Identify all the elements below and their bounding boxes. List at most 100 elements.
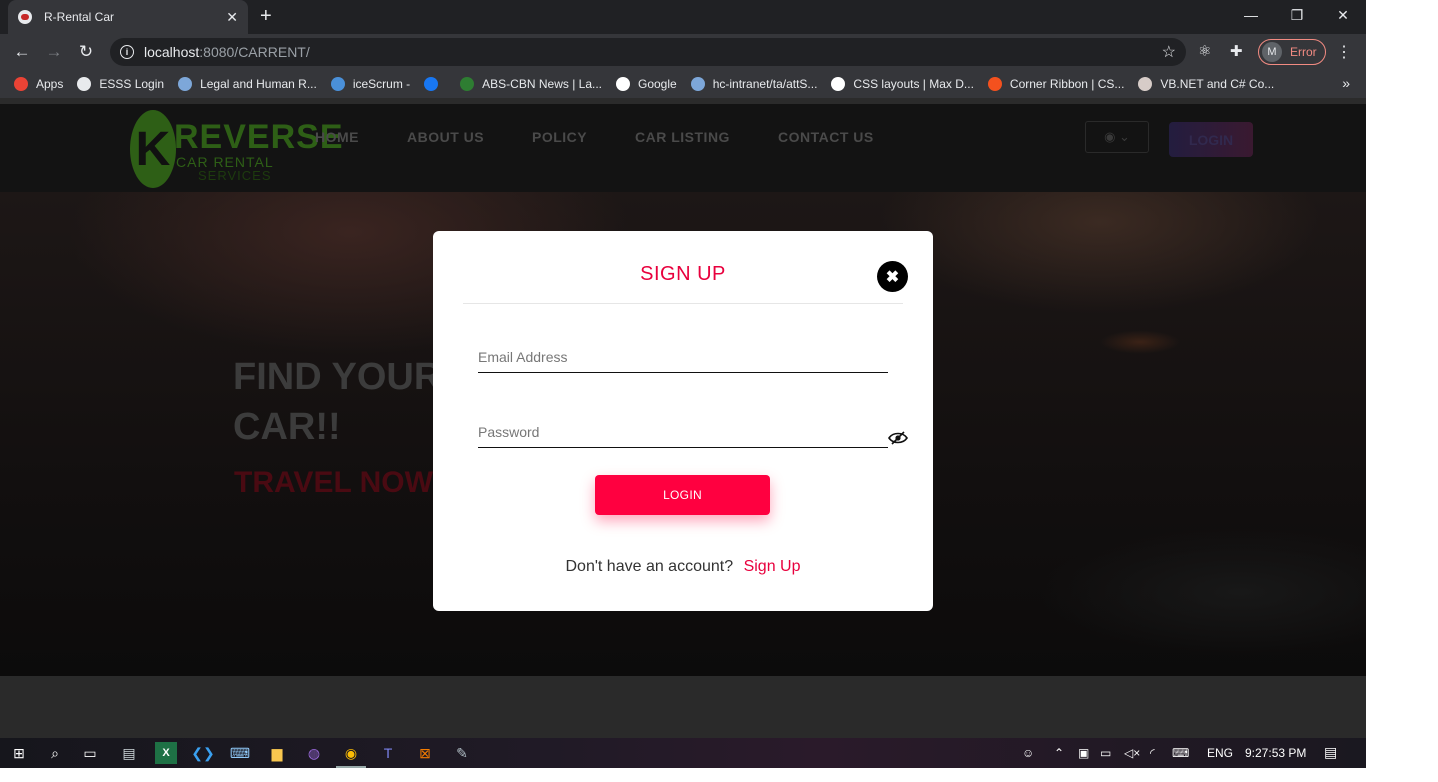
tab-title: R-Rental Car — [44, 10, 115, 24]
bookmark-item[interactable]: VB.NET and C# Co... — [1138, 77, 1274, 91]
excel-icon[interactable]: X — [155, 742, 177, 764]
seal-icon — [178, 77, 193, 91]
bookmarks-overflow-icon[interactable]: » — [1342, 75, 1350, 91]
bookmark-star-icon[interactable]: ☆ — [1162, 42, 1176, 62]
windows-start-icon[interactable]: ⊞ — [8, 742, 30, 764]
forward-arrow-icon[interactable]: → — [42, 40, 66, 64]
extensions-puzzle-icon[interactable]: ✚ — [1230, 42, 1243, 60]
nav-contact-us[interactable]: CONTACT US — [778, 129, 874, 145]
viber-icon[interactable]: ◍ — [303, 742, 325, 764]
bookmark-label: CSS layouts | Max D... — [853, 77, 974, 91]
search-icon[interactable]: ⌕ — [44, 742, 66, 764]
bookmark-item[interactable]: Corner Ribbon | CS... — [987, 77, 1124, 91]
header-login-button[interactable]: LOGIN — [1169, 122, 1253, 157]
bookmark-item[interactable]: Apps — [14, 77, 63, 91]
css-layouts-icon — [831, 77, 846, 91]
language-indicator[interactable]: ENG — [1207, 746, 1233, 760]
bookmark-item[interactable]: ESSS Login — [77, 77, 164, 91]
nav-home[interactable]: HOME — [315, 129, 359, 145]
react-devtools-icon[interactable]: ⚛ — [1198, 42, 1211, 60]
browser-tab[interactable]: R-Rental Car ✕ — [8, 0, 248, 34]
reload-icon[interactable]: ↻ — [74, 40, 98, 64]
xampp-icon[interactable]: ⊠ — [414, 742, 436, 764]
nav-car-listing[interactable]: CAR LISTING — [635, 129, 730, 145]
bookmark-item[interactable]: ABS-CBN News | La... — [460, 77, 602, 91]
notifications-icon[interactable]: ▤ — [1324, 744, 1337, 761]
eye-slash-icon[interactable] — [888, 431, 908, 445]
signup-modal: SIGN UP ✖ LOGIN Don't have an account? S… — [433, 231, 933, 611]
bookmark-item[interactable]: hc-intranet/ta/attS... — [690, 77, 818, 91]
close-icon[interactable]: ✖ — [877, 261, 908, 292]
bookmark-item[interactable]: iceScrum - — [330, 77, 411, 91]
browser-menu-icon[interactable]: ⋮ — [1336, 42, 1352, 62]
apps-grid-icon — [14, 77, 28, 91]
chrome-icon[interactable]: ◉ — [336, 742, 366, 768]
task-view-icon[interactable]: ▭ — [79, 742, 101, 764]
paint-icon[interactable]: ✎ — [451, 742, 473, 764]
bookmark-item[interactable]: Google — [616, 77, 677, 91]
password-input[interactable] — [478, 418, 888, 446]
site-logo[interactable]: K REVERSE CAR RENTAL SERVICES — [130, 110, 343, 190]
vscode-icon[interactable]: ❮❯ — [191, 742, 214, 764]
signup-prompt-row: Don't have an account? Sign Up — [433, 558, 933, 576]
browser-toolbar: ← → ↻ i localhost:8080/CARRENT/ ☆ ⚛ ✚ M … — [0, 34, 1366, 70]
modal-title: SIGN UP — [640, 263, 726, 285]
facebook-icon — [424, 77, 439, 91]
meet-now-icon[interactable]: ▣ — [1078, 746, 1089, 760]
modal-login-button[interactable]: LOGIN — [595, 475, 770, 515]
touch-keyboard-icon[interactable]: ⌨ — [1172, 746, 1189, 760]
battery-icon[interactable]: ▭ — [1100, 746, 1111, 760]
minimize-button[interactable]: — — [1228, 0, 1274, 30]
user-circle-icon: ◉ — [1104, 129, 1116, 144]
codepen-icon — [987, 77, 1002, 91]
profile-button[interactable]: M Error — [1258, 39, 1326, 65]
url-host: localhost — [144, 44, 200, 60]
bookmark-item[interactable] — [424, 77, 446, 91]
address-bar[interactable]: i localhost:8080/CARRENT/ ☆ — [110, 38, 1186, 66]
restore-button[interactable]: ❐ — [1274, 0, 1320, 30]
avatar: M — [1262, 42, 1282, 62]
signup-prompt: Don't have an account? — [565, 558, 734, 575]
new-tab-button[interactable]: + — [260, 5, 272, 27]
vbnet-icon — [1138, 77, 1153, 91]
site-info-icon[interactable]: i — [120, 45, 134, 59]
bookmark-item[interactable]: CSS layouts | Max D... — [831, 77, 974, 91]
bookmark-label: Apps — [36, 77, 64, 91]
site-favicon-icon — [18, 10, 32, 24]
bookmark-label: iceScrum - — [352, 77, 411, 91]
speaker-muted-icon[interactable]: ◁× — [1124, 746, 1140, 760]
browser-tabstrip: R-Rental Car ✕ + — ❐ ✕ — [0, 0, 1366, 34]
bookmark-label: hc-intranet/ta/attS... — [712, 77, 818, 91]
password-field[interactable] — [478, 418, 888, 448]
bookmark-label: Legal and Human R... — [200, 77, 317, 91]
hero-line-2: CAR!! — [233, 406, 341, 448]
back-arrow-icon[interactable]: ← — [10, 40, 34, 64]
page-section-below — [0, 676, 1366, 738]
tab-close-icon[interactable]: ✕ — [226, 9, 238, 26]
bookmark-label: VB.NET and C# Co... — [1160, 77, 1275, 91]
modal-divider — [463, 303, 903, 304]
notepad-icon[interactable]: ▤ — [118, 742, 140, 764]
file-explorer-icon[interactable]: ▆ — [266, 742, 288, 764]
nav-about-us[interactable]: ABOUT US — [407, 129, 484, 145]
tray-chevron-up-icon[interactable]: ⌃ — [1054, 746, 1064, 760]
chevron-down-icon: ⌄ — [1119, 129, 1130, 144]
teams-icon[interactable]: T — [377, 742, 399, 764]
hero-tagline: TRAVEL NOW — [234, 466, 433, 499]
window-close-button[interactable]: ✕ — [1320, 0, 1366, 30]
bookmark-item[interactable]: Legal and Human R... — [178, 77, 317, 91]
abscbn-icon — [460, 77, 475, 91]
wifi-icon[interactable]: ◜ — [1150, 746, 1155, 760]
nav-policy[interactable]: POLICY — [532, 129, 587, 145]
email-field[interactable] — [478, 343, 888, 373]
user-menu-button[interactable]: ◉ ⌄ — [1085, 121, 1149, 153]
people-icon[interactable]: ☺ — [1022, 746, 1034, 760]
hero-heading: FIND YOUR CAR!! — [233, 352, 441, 452]
signup-link[interactable]: Sign Up — [744, 558, 801, 575]
windows-taskbar: ⊞ ⌕ ▭ ▤ X ❮❯ ⌨ ▆ ◍ ◉ T ⊠ ✎ ☺ ⌃ ▣ ▭ ◁× ◜ … — [0, 738, 1366, 768]
icescrum-icon — [330, 77, 345, 91]
clock[interactable]: 9:27:53 PM — [1245, 746, 1306, 760]
email-input[interactable] — [478, 343, 888, 371]
bookmark-label: Google — [638, 77, 677, 91]
keyboard-app-icon[interactable]: ⌨ — [229, 742, 251, 764]
